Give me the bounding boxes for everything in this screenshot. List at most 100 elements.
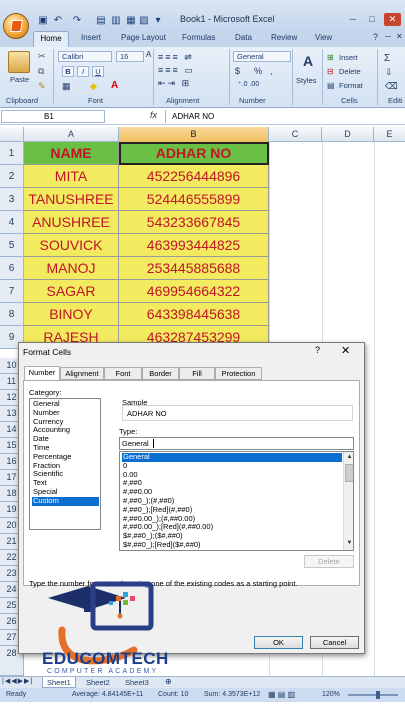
percent-button[interactable]: % [254, 66, 262, 76]
currency-button[interactable]: $ [235, 66, 240, 76]
cell-adhar[interactable]: 524446555899 [119, 188, 269, 211]
copy-icon[interactable]: ⧉ [38, 66, 44, 77]
decimal-buttons[interactable]: ⁺.0 .00 [238, 80, 259, 88]
quick-access-icon-2[interactable]: ▥ [110, 15, 122, 26]
tab-formulas[interactable]: Formulas [182, 33, 215, 42]
format-icon[interactable]: ▤ [327, 81, 335, 90]
row-header[interactable]: 5 [0, 234, 24, 257]
comma-style-icon[interactable]: , [270, 66, 273, 76]
minimize-button[interactable]: ─ [347, 14, 359, 24]
cell-adhar[interactable]: 469954664322 [119, 280, 269, 303]
number-format-select[interactable]: General [233, 51, 291, 62]
tab-fill[interactable]: Fill [179, 367, 215, 380]
cell-adhar[interactable]: 463993444825 [119, 234, 269, 257]
tab-protection[interactable]: Protection [215, 367, 262, 380]
view-mode-icons[interactable]: ▦ ▤ ▥ [268, 688, 295, 702]
zoom-slider-thumb[interactable] [376, 691, 380, 699]
quick-access-icon-4[interactable]: ▧ [138, 15, 150, 26]
cell-name[interactable]: MANOJ [24, 257, 119, 280]
fill-down-icon[interactable]: ⇩ [385, 67, 393, 78]
formula-input[interactable]: ADHAR NO [165, 110, 405, 123]
format-code-list[interactable]: General 0 0.00 #,##0 #,##0.00 #,##0_);(#… [119, 451, 354, 551]
close-button[interactable]: ✕ [384, 13, 401, 26]
tab-view[interactable]: View [315, 33, 332, 42]
tab-review[interactable]: Review [271, 33, 297, 42]
paste-icon[interactable] [8, 51, 30, 73]
delete-icon[interactable]: ⊟ [327, 67, 334, 76]
ribbon-minimize-icon[interactable]: ─ [385, 32, 391, 41]
cell-adhar[interactable]: 643398445638 [119, 303, 269, 326]
ribbon-close-icon[interactable]: ✕ [396, 32, 403, 41]
cell-name[interactable]: SAGAR [24, 280, 119, 303]
format-item[interactable]: $#,##0_);[Red]($#,##0) [122, 540, 342, 550]
quick-access-icon-3[interactable]: ▦ [125, 15, 137, 26]
paste-button[interactable]: Paste [10, 75, 29, 84]
category-list[interactable]: General Number Currency Accounting Date … [29, 398, 101, 530]
insert-icon[interactable]: ⊞ [327, 53, 334, 62]
tab-insert[interactable]: Insert [81, 33, 101, 42]
redo-icon[interactable]: ↷ [71, 15, 83, 26]
scroll-thumb[interactable] [345, 464, 353, 482]
format-item[interactable]: #,##0 [122, 479, 342, 488]
office-button[interactable] [3, 13, 29, 39]
format-button[interactable]: Format [339, 81, 363, 90]
font-color-icon[interactable]: A [111, 80, 118, 91]
tab-page-layout[interactable]: Page Layout [121, 33, 166, 42]
cell-name[interactable]: SOUVICK [24, 234, 119, 257]
category-item-selected[interactable]: Custom [32, 496, 99, 506]
tab-home[interactable]: Home [33, 31, 69, 47]
row-header[interactable]: 6 [0, 257, 24, 280]
cell-adhar[interactable]: 543233667845 [119, 211, 269, 234]
dialog-close-button[interactable]: ✕ [341, 344, 350, 357]
borders-icon[interactable]: ▦ [62, 81, 71, 92]
insert-button[interactable]: Insert [339, 53, 358, 62]
cell-b1[interactable]: ADHAR NO [119, 142, 269, 165]
format-item[interactable]: 0 [122, 461, 342, 471]
cell-adhar[interactable]: 253445885688 [119, 257, 269, 280]
cut-icon[interactable]: ✂ [38, 51, 46, 62]
insert-function-button[interactable]: fx [150, 110, 157, 120]
zoom-slider[interactable] [348, 694, 398, 696]
undo-icon[interactable]: ↶ [52, 15, 64, 26]
column-header-b[interactable]: B [119, 127, 269, 142]
save-icon[interactable]: ▣ [37, 15, 49, 26]
column-header-e[interactable]: E [374, 127, 405, 142]
tab-font[interactable]: Font [104, 367, 142, 380]
cell-name[interactable]: TANUSHREE [24, 188, 119, 211]
maximize-button[interactable]: □ [366, 14, 378, 24]
sheet-nav-arrows[interactable]: |◀◀▶▶| [2, 677, 33, 685]
scroll-up-icon[interactable]: ▲ [345, 453, 353, 462]
dialog-help-button[interactable]: ? [315, 345, 320, 355]
cell-name[interactable]: BINOY [24, 303, 119, 326]
grow-font-icon[interactable]: A [146, 50, 151, 59]
format-painter-icon[interactable]: ✎ [38, 81, 46, 92]
bold-button[interactable]: B [62, 66, 74, 77]
name-box[interactable]: B1 [1, 110, 105, 123]
font-name-select[interactable]: Calibri [58, 51, 112, 62]
row-header[interactable]: 1 [0, 142, 24, 165]
autosum-icon[interactable]: Σ [384, 53, 390, 64]
column-header-c[interactable]: C [269, 127, 322, 142]
row-header[interactable]: 4 [0, 211, 24, 234]
customize-toolbar-icon[interactable]: ▾ [152, 15, 164, 26]
row-header[interactable]: 8 [0, 303, 24, 326]
ok-button[interactable]: OK [254, 636, 303, 649]
font-size-select[interactable]: 16 [116, 51, 144, 62]
column-header-d[interactable]: D [322, 127, 374, 142]
cancel-button[interactable]: Cancel [310, 636, 359, 649]
scroll-down-icon[interactable]: ▼ [345, 539, 353, 548]
delete-format-button[interactable]: Delete [304, 555, 354, 568]
styles-button[interactable]: Styles [296, 76, 316, 85]
tab-number[interactable]: Number [24, 366, 60, 380]
column-header-a[interactable]: A [24, 127, 119, 142]
type-input[interactable]: General [119, 437, 354, 450]
tab-alignment[interactable]: Alignment [60, 367, 104, 380]
cell-name[interactable]: ANUSHREE [24, 211, 119, 234]
tab-data[interactable]: Data [235, 33, 252, 42]
row-header[interactable]: 3 [0, 188, 24, 211]
select-all-corner[interactable] [0, 127, 24, 142]
tab-border[interactable]: Border [142, 367, 179, 380]
row-header[interactable]: 7 [0, 280, 24, 303]
alignment-buttons[interactable]: ≡≡≡ ⇌ ≡≡≡ ▭ ⇤⇥ ⊞ [158, 51, 228, 91]
cell-adhar[interactable]: 452256444896 [119, 165, 269, 188]
